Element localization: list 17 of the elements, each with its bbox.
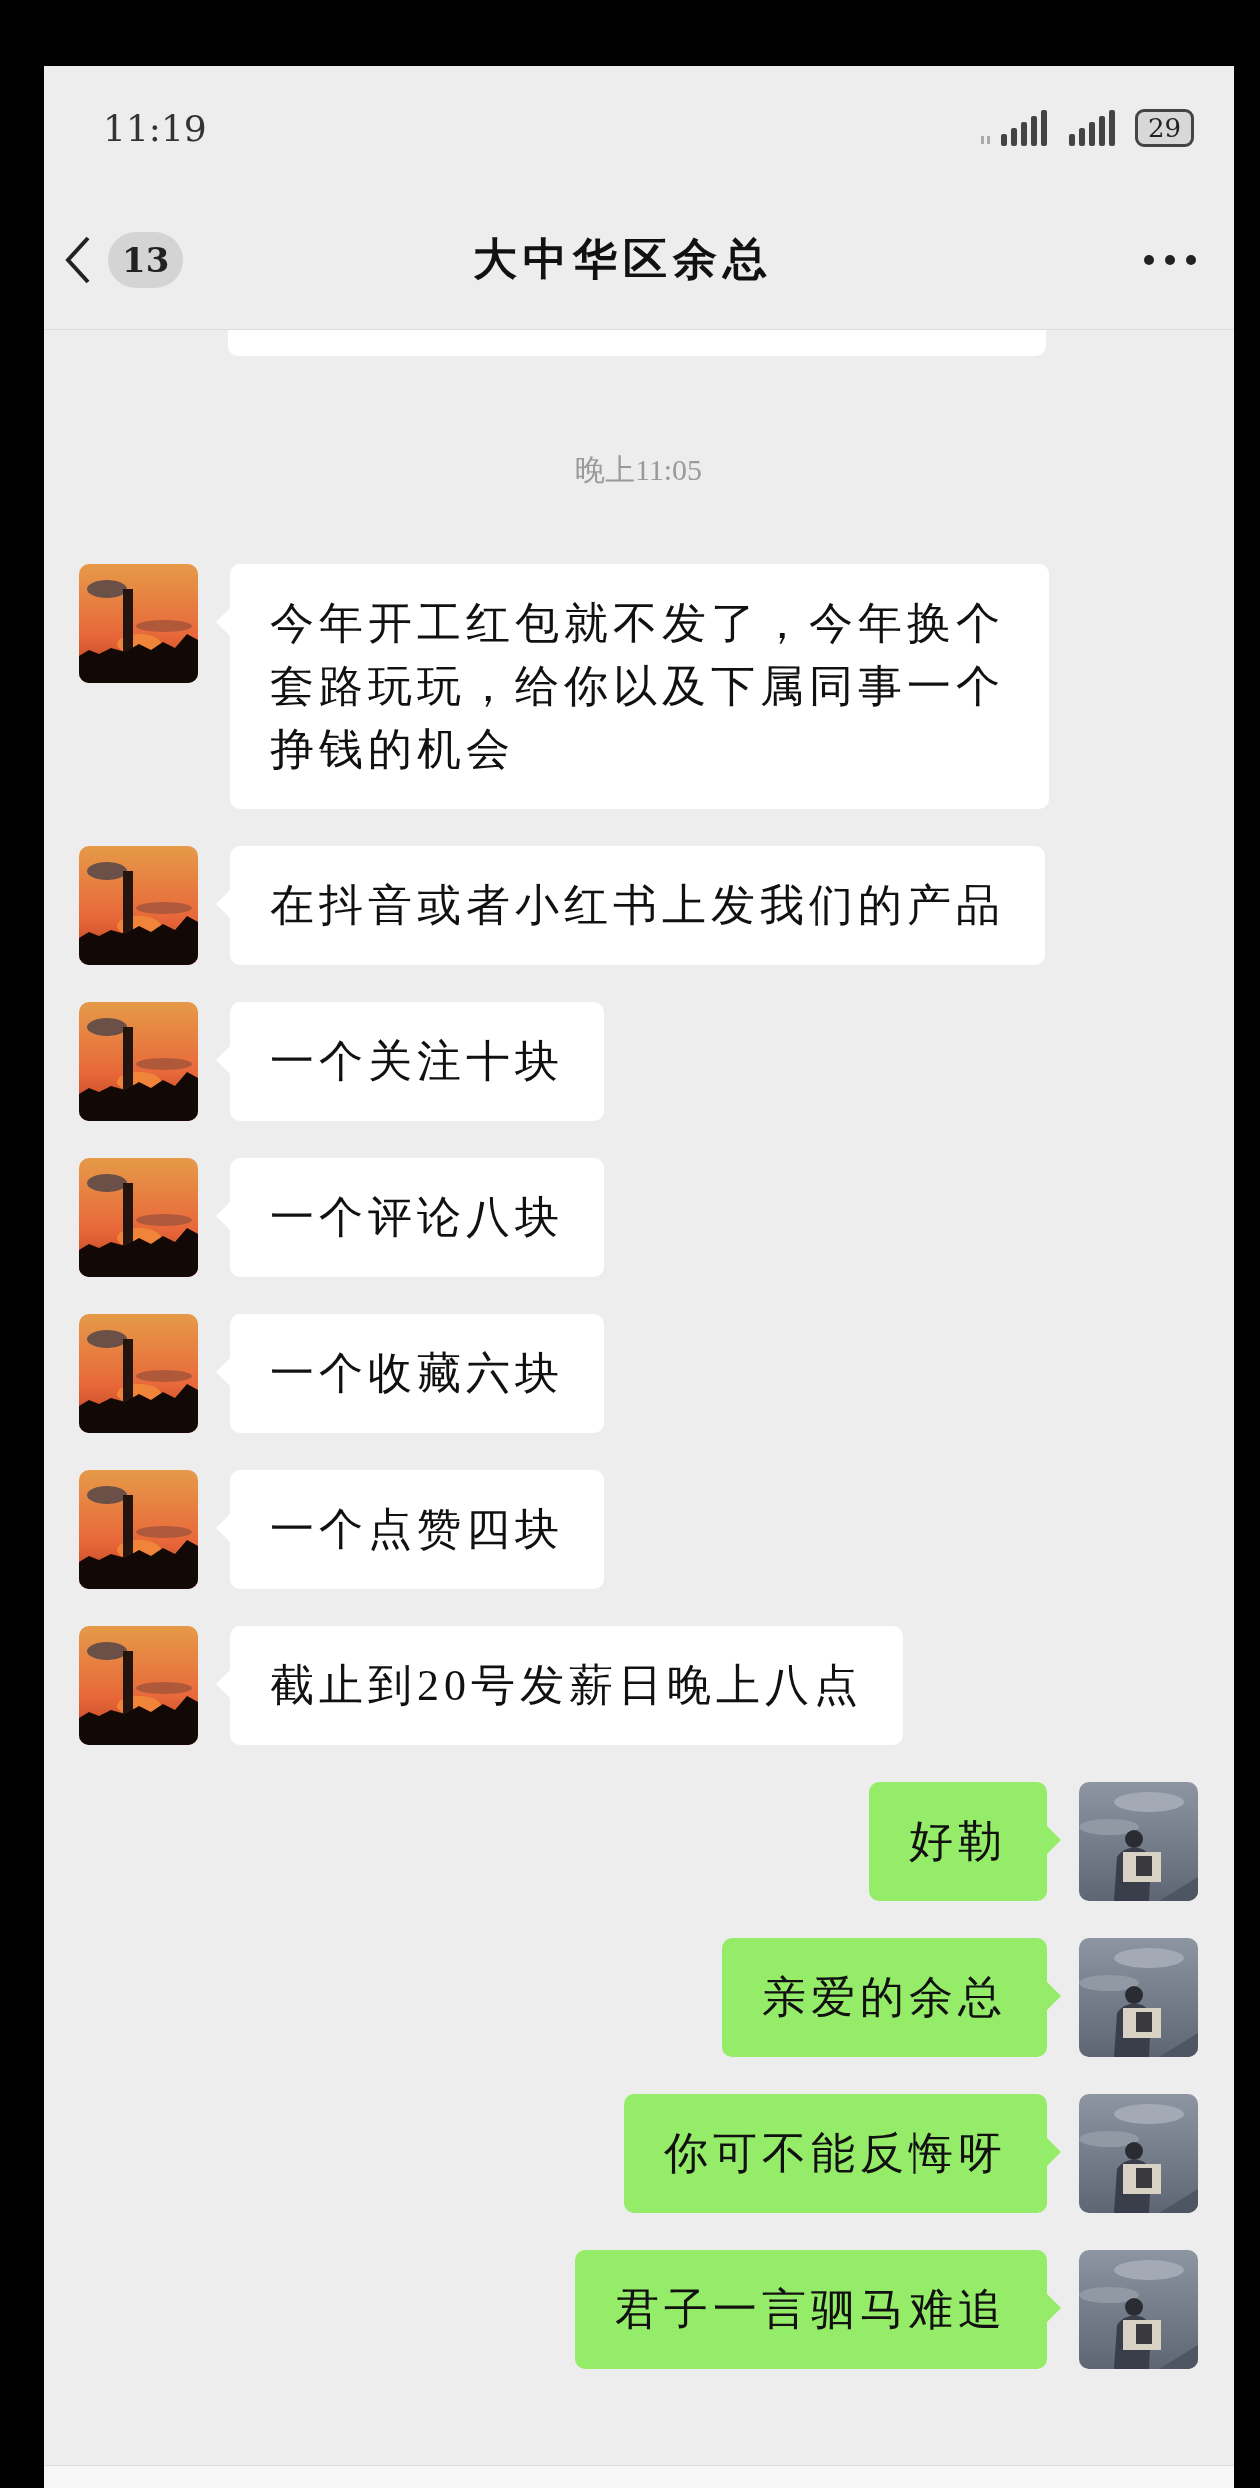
message-bubble: 在抖音或者小红书上发我们的产品 <box>230 846 1045 965</box>
more-icon[interactable] <box>1142 252 1198 267</box>
message-bubble: 一个评论八块 <box>230 1158 604 1277</box>
unread-badge[interactable]: 13 <box>108 231 184 288</box>
status-time: 11:19 <box>103 107 207 149</box>
message-bubble: 你可不能反悔呀 <box>624 2094 1047 2213</box>
message-bubble: 君子一言驷马难追 <box>575 2250 1047 2369</box>
message-bubble: 一个点赞四块 <box>230 1470 604 1589</box>
message-bubble: 一个关注十块 <box>230 1002 604 1121</box>
battery-level: 29 <box>1134 109 1194 147</box>
message-bubble: 今年开工红包就不发了，今年换个套路玩玩，给你以及下属同事一个挣钱的机会 <box>230 564 1049 809</box>
message-bubble: 截止到20号发薪日晚上八点 <box>230 1626 903 1745</box>
message-bubble: 好勒 <box>869 1782 1047 1901</box>
chat-title: 大中华区余总 <box>471 234 774 286</box>
message-bubble: 一个收藏六块 <box>230 1314 604 1433</box>
timestamp: 晚上11:05 <box>574 452 703 488</box>
message-bubble: 亲爱的余总 <box>722 1938 1047 2057</box>
